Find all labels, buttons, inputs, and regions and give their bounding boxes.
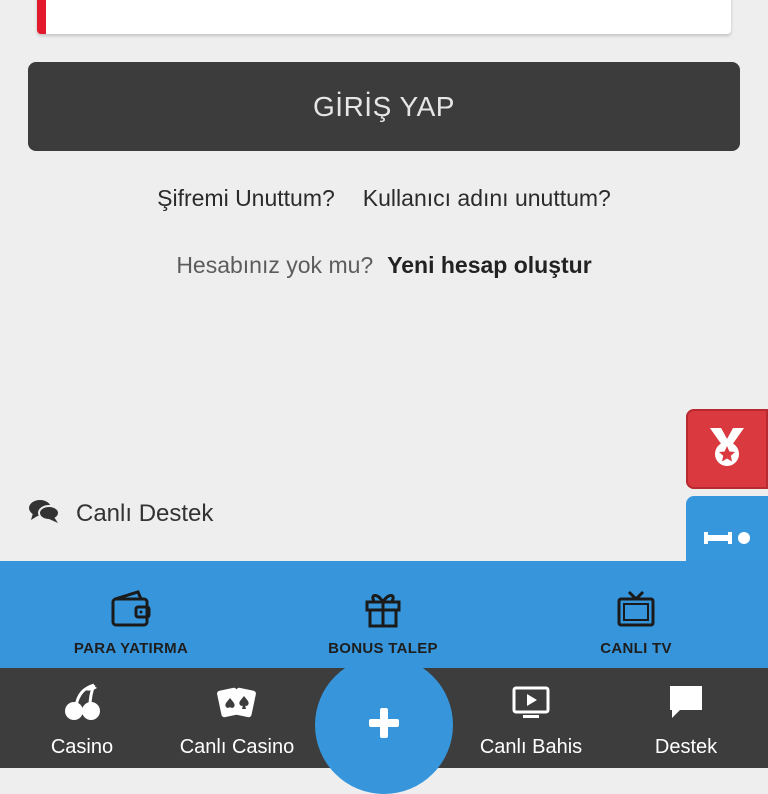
- medal-badge-button[interactable]: [686, 409, 768, 489]
- nav-casino-label: Casino: [50, 736, 114, 758]
- recovery-links: Şifremi Unuttum? Kullanıcı adını unuttum…: [0, 180, 768, 216]
- center-plus-button[interactable]: [315, 656, 453, 794]
- deposit-button[interactable]: PARA YATIRMA: [21, 589, 241, 657]
- nav-live-betting[interactable]: Canlı Bahis: [451, 682, 611, 759]
- plus-icon: [367, 706, 401, 745]
- live-tv-button[interactable]: CANLI TV: [526, 589, 746, 657]
- gift-icon: [363, 589, 403, 634]
- nav-support-label: Destek: [654, 736, 718, 758]
- wallet-icon: [110, 589, 152, 634]
- forgot-password-link[interactable]: Şifremi Unuttum?: [157, 185, 335, 212]
- signup-prompt: Hesabınız yok mu? Yeni hesap oluştur: [0, 247, 768, 283]
- sport-icon: [702, 524, 752, 553]
- quick-actions-bar: PARA YATIRMA BONUS TALEP CANLI TV: [0, 561, 768, 668]
- nav-live-betting-label: Canlı Bahis: [479, 736, 583, 758]
- live-support-label: Canlı Destek: [76, 500, 214, 527]
- bonus-request-button[interactable]: BONUS TALEP: [273, 589, 493, 657]
- nav-casino[interactable]: Casino: [2, 682, 162, 759]
- live-support-link[interactable]: Canlı Destek: [28, 496, 213, 532]
- nav-live-casino[interactable]: Canlı Casino: [157, 682, 317, 759]
- tv-icon: [616, 589, 656, 634]
- chat-bubbles-icon: [28, 498, 60, 531]
- bonus-request-label: BONUS TALEP: [328, 640, 438, 657]
- medal-icon: [705, 425, 749, 474]
- deposit-label: PARA YATIRMA: [73, 640, 189, 657]
- play-screen-icon: [511, 682, 551, 728]
- live-tv-label: CANLI TV: [600, 640, 672, 657]
- forgot-username-link[interactable]: Kullanıcı adını unuttum?: [363, 185, 611, 212]
- nav-live-casino-label: Canlı Casino: [179, 736, 295, 758]
- playing-cards-icon: [217, 682, 257, 728]
- login-button[interactable]: GİRİŞ YAP: [28, 62, 740, 151]
- cherries-icon: [62, 682, 102, 728]
- login-input-field[interactable]: [37, 0, 731, 34]
- chat-bubble-icon: [666, 682, 706, 728]
- no-account-text: Hesabınız yok mu?: [176, 251, 374, 278]
- nav-support[interactable]: Destek: [606, 682, 766, 759]
- create-account-link[interactable]: Yeni hesap oluştur: [387, 252, 592, 279]
